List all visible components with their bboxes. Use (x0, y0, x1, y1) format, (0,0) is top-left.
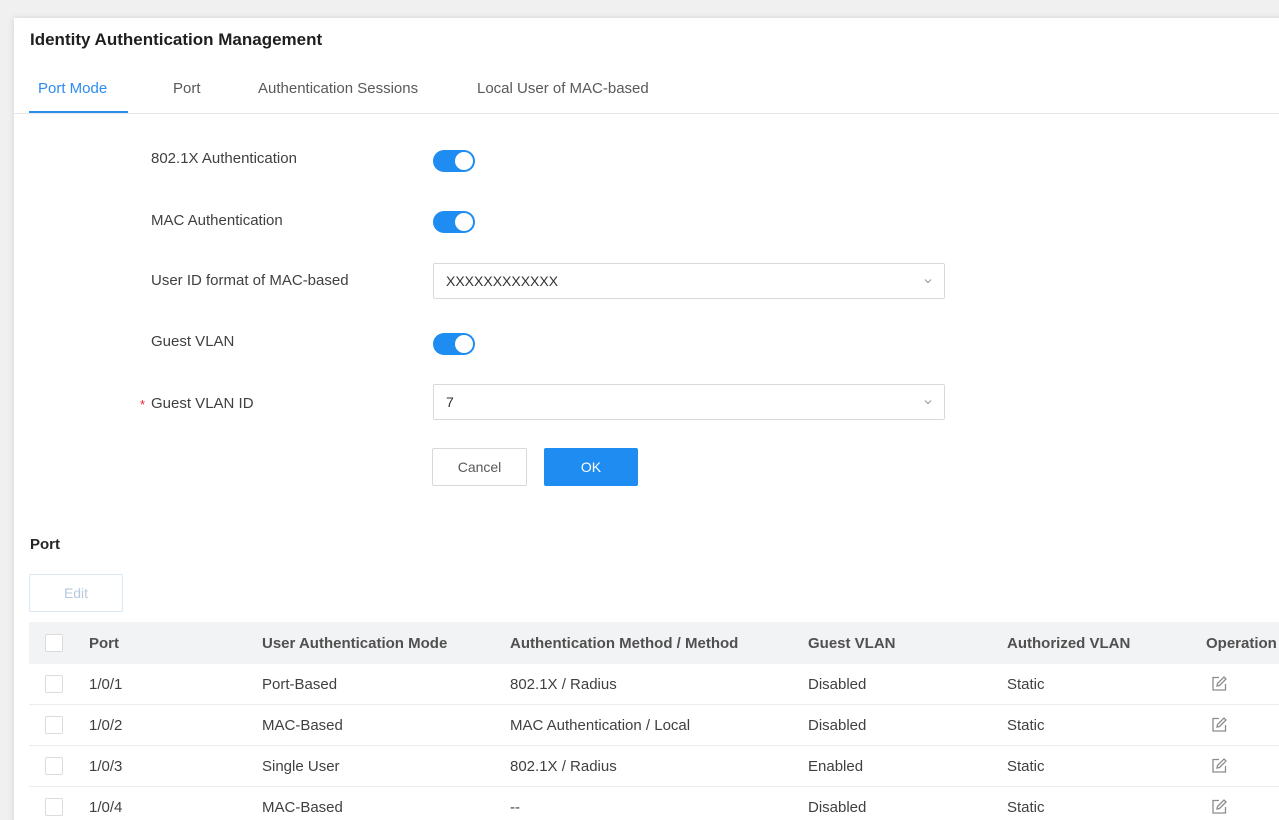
guest-vlan-toggle[interactable] (433, 333, 475, 355)
port-table: Port User Authentication Mode Authentica… (29, 622, 1279, 820)
mac-auth-toggle[interactable] (433, 211, 475, 233)
tab-bar: Port Mode Port Authentication Sessions L… (14, 74, 1279, 114)
identity-auth-panel: Identity Authentication Management Port … (14, 18, 1279, 820)
table-row: 1/0/4 MAC-Based -- Disabled Static (29, 787, 1279, 820)
cell-port: 1/0/4 (89, 798, 123, 816)
guest-vlan-id-select[interactable]: 7 (433, 384, 945, 420)
cell-user-auth-mode: MAC-Based (262, 798, 343, 816)
row-checkbox[interactable] (45, 798, 63, 816)
cell-guest-vlan: Disabled (808, 716, 867, 734)
table-header: Port User Authentication Mode Authentica… (29, 622, 1279, 664)
ok-button[interactable]: OK (544, 448, 638, 486)
column-header-guest-vlan: Guest VLAN (808, 634, 896, 652)
row-checkbox[interactable] (45, 675, 63, 693)
cell-authorized-vlan: Static (1007, 798, 1045, 816)
cell-port: 1/0/1 (89, 675, 123, 693)
tab-port-mode[interactable]: Port Mode (38, 80, 107, 114)
column-header-authorized-vlan: Authorized VLAN (1007, 634, 1131, 652)
toggle-knob (455, 213, 473, 231)
mac-auth-label: MAC Authentication (151, 212, 283, 229)
toggle-knob (455, 152, 473, 170)
guest-vlan-id-label: * Guest VLAN ID (140, 395, 254, 412)
cell-auth-method: MAC Authentication / Local (510, 716, 691, 734)
column-header-auth-method: Authentication Method / Method (510, 634, 739, 652)
active-tab-indicator (29, 111, 128, 113)
port-section-title: Port (30, 536, 60, 553)
guest-vlan-label: Guest VLAN (151, 333, 235, 350)
cell-auth-method: 802.1X / Radius (510, 675, 617, 693)
guest-vlan-id-label-text: Guest VLAN ID (151, 395, 254, 412)
cell-authorized-vlan: Static (1007, 757, 1045, 775)
edit-icon[interactable] (1210, 664, 1228, 704)
chevron-down-icon (924, 279, 932, 284)
dot1x-auth-label: 802.1X Authentication (151, 150, 297, 167)
dot1x-auth-toggle[interactable] (433, 150, 475, 172)
cell-authorized-vlan: Static (1007, 675, 1045, 693)
cell-port: 1/0/2 (89, 716, 123, 734)
row-checkbox[interactable] (45, 716, 63, 734)
cell-guest-vlan: Enabled (808, 757, 864, 775)
chevron-down-icon (924, 400, 932, 405)
edit-button[interactable]: Edit (29, 574, 123, 612)
table-row: 1/0/1 Port-Based 802.1X / Radius Disabled St… (29, 664, 1279, 705)
cancel-button[interactable]: Cancel (432, 448, 527, 486)
column-header-user-auth-mode: User Authentication Mode (262, 634, 448, 652)
edit-icon[interactable] (1210, 746, 1228, 786)
cell-user-auth-mode: Single User (262, 757, 340, 775)
cell-authorized-vlan: Static (1007, 716, 1045, 734)
toggle-knob (455, 335, 473, 353)
select-all-checkbox[interactable] (45, 634, 63, 652)
cell-port: 1/0/3 (89, 757, 123, 775)
tab-authentication-sessions[interactable]: Authentication Sessions (258, 80, 418, 114)
table-row: 1/0/3 Single User 802.1X / Radius Enabled St… (29, 746, 1279, 787)
user-id-format-label: User ID format of MAC-based (151, 272, 349, 289)
table-row: 1/0/2 MAC-Based MAC Authentication / Local… (29, 705, 1279, 746)
required-mark: * (140, 397, 146, 412)
table-body: 1/0/1 Port-Based 802.1X / Radius Disabled St… (29, 664, 1279, 820)
user-id-format-value: XXXXXXXXXXXX (446, 273, 559, 289)
cell-auth-method: -- (510, 798, 520, 816)
user-id-format-select[interactable]: XXXXXXXXXXXX (433, 263, 945, 299)
cell-auth-method: 802.1X / Radius (510, 757, 617, 775)
column-header-port: Port (89, 634, 119, 652)
page-title: Identity Authentication Management (30, 30, 323, 49)
row-checkbox[interactable] (45, 757, 63, 775)
cell-user-auth-mode: MAC-Based (262, 716, 343, 734)
tab-local-user-mac-based[interactable]: Local User of MAC-based (477, 80, 649, 114)
cell-guest-vlan: Disabled (808, 798, 867, 816)
column-header-operation: Operation (1206, 634, 1277, 652)
tab-port[interactable]: Port (173, 80, 201, 114)
cell-user-auth-mode: Port-Based (262, 675, 338, 693)
edit-icon[interactable] (1210, 705, 1228, 745)
cell-guest-vlan: Disabled (808, 675, 867, 693)
guest-vlan-id-value: 7 (446, 394, 454, 410)
edit-icon[interactable] (1210, 787, 1228, 820)
